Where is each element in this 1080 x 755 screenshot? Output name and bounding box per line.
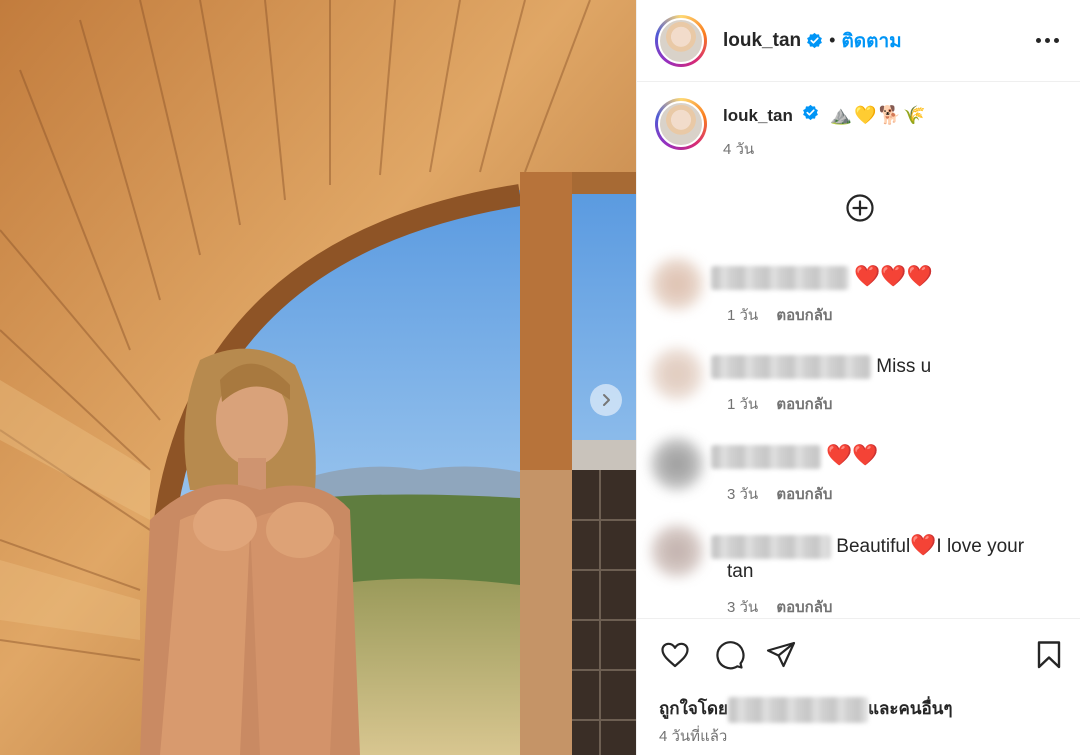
caption-time: 4 วัน <box>723 141 755 158</box>
comment-time: 1 วัน <box>727 307 759 324</box>
comment-avatar[interactable] <box>651 525 703 577</box>
post-caption: louk_tan ⛰️💛🐕🌾 4 วัน <box>655 98 1065 161</box>
more-options-icon[interactable] <box>1036 28 1059 52</box>
verified-badge-icon <box>802 104 819 121</box>
comment-time: 3 วัน <box>727 486 759 503</box>
comment-text-wrap: tan <box>727 561 754 582</box>
comment-icon[interactable] <box>713 639 745 671</box>
blurred-username <box>711 444 821 469</box>
comment-time: 1 วัน <box>727 396 759 413</box>
caption-text: ⛰️💛🐕🌾 <box>829 105 928 125</box>
post-header: louk_tan • ติดตาม <box>637 0 1080 82</box>
action-bar: ถูกใจโดย และคนอื่นๆ 4 วันที่แล้ว <box>637 618 1080 755</box>
blurred-username <box>711 265 849 290</box>
bookmark-icon[interactable] <box>1033 639 1065 671</box>
comment-text: ❤️❤️❤️ <box>854 265 933 288</box>
blurred-username <box>711 534 831 559</box>
comment-text: Miss u <box>876 356 932 377</box>
chevron-right-icon <box>603 394 610 406</box>
post-side-panel: louk_tan • ติดตาม louk_tan ⛰️💛🐕🌾 4 วัน ❤… <box>636 0 1080 755</box>
username-link[interactable]: louk_tan <box>723 30 801 52</box>
likes-summary[interactable]: ถูกใจโดย และคนอื่นๆ <box>659 695 952 723</box>
avatar[interactable] <box>655 14 707 67</box>
plus-circle-icon[interactable] <box>845 193 875 223</box>
reply-button[interactable]: ตอบกลับ <box>776 307 832 324</box>
comment-avatar[interactable] <box>651 438 703 490</box>
likes-suffix: และคนอื่นๆ <box>867 699 953 718</box>
heart-icon[interactable] <box>659 639 691 671</box>
next-photo-button[interactable] <box>590 384 622 416</box>
reply-button[interactable]: ตอบกลับ <box>776 486 832 503</box>
follow-button[interactable]: ติดตาม <box>841 26 901 56</box>
post-timestamp[interactable]: 4 วันที่แล้ว <box>659 724 727 748</box>
reply-button[interactable]: ตอบกลับ <box>776 599 832 616</box>
share-icon[interactable] <box>765 639 797 671</box>
comment-text: Beautiful <box>836 536 911 557</box>
reply-button[interactable]: ตอบกลับ <box>776 396 832 413</box>
caption-avatar[interactable] <box>655 98 707 150</box>
blurred-username <box>727 696 868 723</box>
post-photo[interactable] <box>0 0 636 755</box>
verified-badge-icon <box>806 32 823 49</box>
separator-dot: • <box>829 30 836 50</box>
blurred-username <box>711 354 871 379</box>
sauna-photo-illustration <box>0 0 636 755</box>
comment-avatar[interactable] <box>651 258 703 310</box>
caption-username[interactable]: louk_tan <box>723 106 793 125</box>
comment-avatar[interactable] <box>651 348 703 400</box>
comment-heart: ❤️ <box>910 534 937 557</box>
likes-prefix: ถูกใจโดย <box>659 699 728 718</box>
comment-text: I love your <box>936 536 1025 557</box>
comment-time: 3 วัน <box>727 599 759 616</box>
comment-text: ❤️❤️ <box>826 444 879 467</box>
